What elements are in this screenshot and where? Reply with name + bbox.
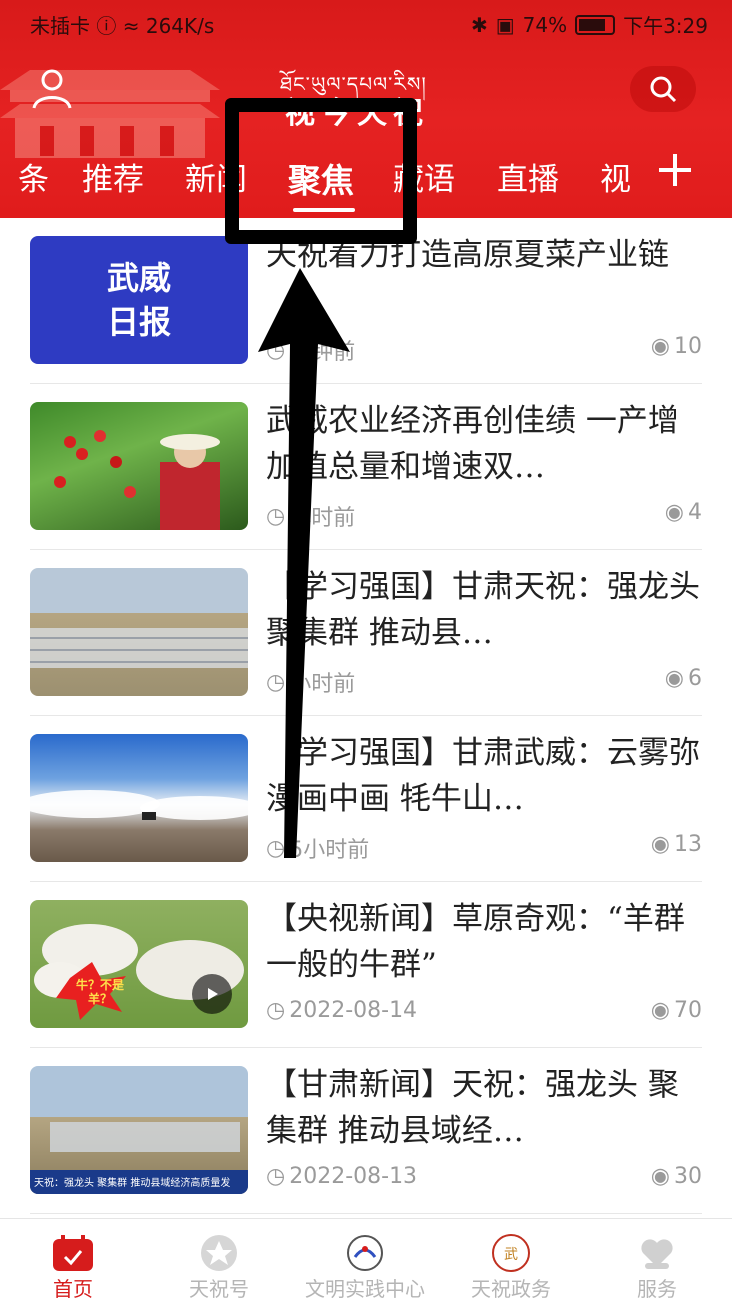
nav-services[interactable]: 服务 [584, 1219, 730, 1304]
user-profile-button[interactable] [30, 66, 74, 110]
news-thumbnail: 武威 日报 [30, 236, 248, 364]
play-icon [208, 988, 218, 1000]
nav-civilization-center[interactable]: 文明实践中心 [292, 1219, 438, 1304]
bottom-navigation: 首页 天祝号 文明实践中心 武 天祝政务 服务 [0, 1218, 732, 1304]
nav-home[interactable]: 首页 [0, 1219, 146, 1304]
clock-icon: ◷ [266, 835, 286, 861]
news-thumbnail [30, 402, 248, 530]
eye-icon: ◉ [664, 666, 684, 691]
news-title: 【学习强国】甘肃武威：云雾弥漫画中画 牦牛山… [266, 735, 700, 817]
add-channel-button[interactable] [655, 150, 695, 190]
clock-icon: ◷ [266, 998, 286, 1023]
tab-partial-left[interactable]: 条 [18, 154, 49, 199]
news-title: 【学习强国】甘肃天祝：强龙头 聚集群 推动县… [266, 569, 700, 651]
nav-label: 天祝号 [189, 1277, 249, 1301]
news-meta: ◷ 5小时前 ◉ 13 [266, 832, 702, 863]
clock-icon: ◷ [266, 503, 286, 529]
clouds-photo [30, 790, 248, 820]
clock-time: 下午3:29 [623, 14, 708, 38]
greenhouse-photo [30, 628, 248, 668]
eye-icon: ◉ [650, 998, 670, 1023]
thumbnail-logo-text: 武威 日报 [106, 259, 171, 341]
nav-tianzhu-account[interactable]: 天祝号 [146, 1219, 292, 1304]
news-thumbnail: 天祝：强龙头 聚集群 推动县域经济高质量发 [30, 1066, 248, 1194]
svg-text:武: 武 [504, 1247, 518, 1263]
news-thumbnail [30, 734, 248, 862]
thumbnail-badge-text: 牛？不是羊？ [75, 978, 124, 1006]
news-views: 10 [674, 334, 702, 359]
news-title: 天祝着力打造高原夏菜产业链 [266, 237, 669, 273]
sim-alert-icon: ⓘ [96, 14, 117, 38]
news-thumbnail: 牛？不是羊？ [30, 900, 248, 1028]
news-title: 【甘肃新闻】天祝：强龙头 聚集群 推动县域经… [266, 1067, 679, 1149]
clock-icon: ◷ [266, 1164, 286, 1189]
news-meta: ◷ 小时前 ◉ 4 [266, 500, 702, 531]
news-item[interactable]: 天祝：强龙头 聚集群 推动县域经济高质量发 【甘肃新闻】天祝：强龙头 聚集群 推… [30, 1048, 702, 1214]
news-thumbnail [30, 568, 248, 696]
nav-label: 首页 [53, 1277, 93, 1301]
annotation-highlight-box [225, 98, 417, 244]
nav-label: 服务 [637, 1277, 677, 1301]
seal-icon: 武 [492, 1234, 530, 1272]
news-time: 5小时前 [289, 838, 370, 863]
nav-label: 天祝政务 [471, 1277, 551, 1301]
star-badge-icon [201, 1235, 237, 1271]
wifi-icon: ≈ [122, 14, 140, 38]
status-bar: 未插卡 ⓘ ≈ 264K/s ✱ ▣ 74% 下午3:29 [0, 0, 732, 44]
search-button[interactable] [630, 66, 696, 112]
news-meta: ◷ 分钟前 ◉ 10 [266, 334, 702, 365]
tab-video-partial[interactable]: 视 [600, 154, 631, 199]
network-speed: 264K/s [145, 14, 215, 38]
play-button[interactable] [192, 974, 232, 1014]
eye-icon: ◉ [650, 832, 670, 857]
news-views: 13 [674, 832, 702, 857]
user-icon [32, 69, 72, 109]
news-views: 30 [674, 1164, 702, 1189]
emblem-icon [347, 1235, 383, 1271]
vibrate-icon: ▣ [495, 12, 515, 37]
battery-icon [575, 14, 616, 35]
news-meta: ◷ 2022-08-13 ◉ 30 [266, 1164, 702, 1194]
news-item[interactable]: 牛？不是羊？ 【央视新闻】草原奇观：“羊群一般的牛群” ◷ 2022-08-14 … [30, 882, 702, 1048]
tomato-photo [54, 430, 220, 530]
news-time: 2022-08-14 [289, 998, 418, 1023]
news-title: 武威农业经济再创佳绩 一产增加值总量和增速双… [266, 403, 679, 485]
news-time: 分钟前 [289, 340, 356, 365]
news-time: 2022-08-13 [289, 1164, 418, 1189]
news-views: 6 [688, 666, 702, 691]
news-views: 4 [688, 500, 702, 525]
carrier-text: 未插卡 [30, 14, 90, 38]
clock-icon: ◷ [266, 669, 286, 695]
bluetooth-icon: ✱ [470, 12, 488, 37]
news-meta: ◷ 小时前 ◉ 6 [266, 666, 702, 697]
eye-icon: ◉ [650, 1164, 670, 1189]
news-title: 【央视新闻】草原奇观：“羊群一般的牛群” [266, 901, 685, 983]
heart-hand-icon [641, 1239, 673, 1269]
news-item[interactable]: 武威农业经济再创佳绩 一产增加值总量和增速双… ◷ 小时前 ◉ 4 [30, 384, 702, 550]
tab-live[interactable]: 直播 [497, 154, 559, 199]
news-item[interactable]: 【学习强国】甘肃武威：云雾弥漫画中画 牦牛山… ◷ 5小时前 ◉ 13 [30, 716, 702, 882]
calendar-home-icon [53, 1235, 93, 1271]
news-time: 小时前 [289, 506, 356, 531]
clock-icon: ◷ [266, 337, 286, 363]
thumbnail-caption: 天祝：强龙头 聚集群 推动县域经济高质量发 [34, 1178, 231, 1189]
search-icon [650, 76, 677, 103]
news-meta: ◷ 2022-08-14 ◉ 70 [266, 998, 702, 1028]
news-item[interactable]: 【学习强国】甘肃天祝：强龙头 聚集群 推动县… ◷ 小时前 ◉ 6 [30, 550, 702, 716]
news-time: 小时前 [289, 672, 356, 697]
tab-recommend[interactable]: 推荐 [82, 154, 144, 199]
battery-percent: 74% [522, 12, 568, 37]
eye-icon: ◉ [664, 500, 684, 525]
nav-label: 文明实践中心 [305, 1277, 425, 1301]
nav-government-affairs[interactable]: 武 天祝政务 [438, 1219, 584, 1304]
plus-icon [659, 154, 691, 186]
news-views: 70 [674, 998, 702, 1023]
eye-icon: ◉ [650, 334, 670, 359]
